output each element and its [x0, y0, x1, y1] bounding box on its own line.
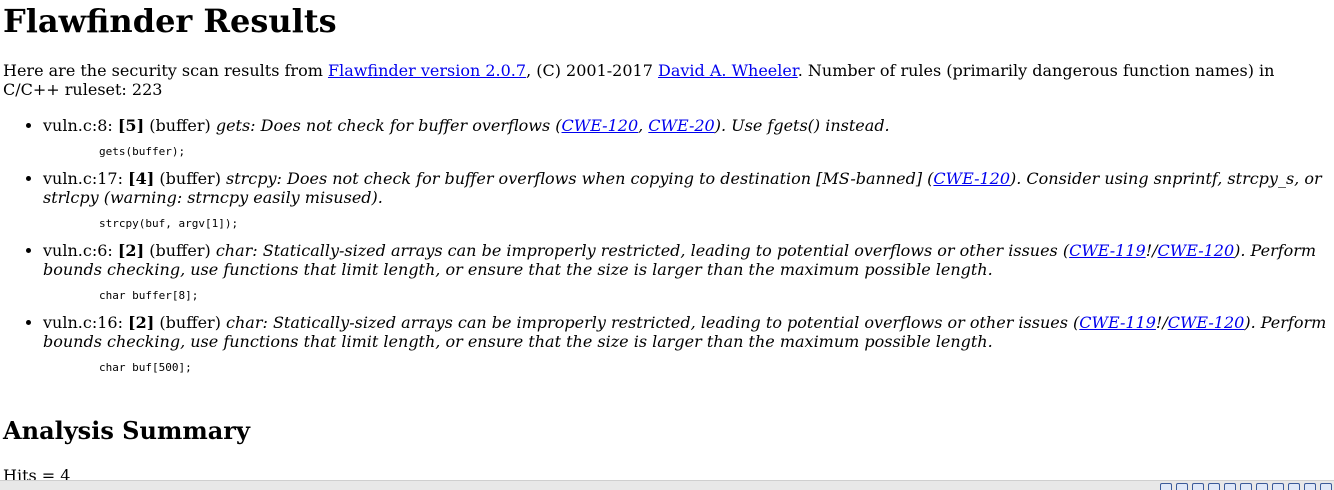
- cwe-separator: !/: [1155, 313, 1168, 332]
- code-snippet: gets(buffer);: [99, 145, 186, 158]
- hit-item: vuln.c:6: [2] (buffer) char: Statically-…: [43, 241, 1333, 303]
- author-link[interactable]: David A. Wheeler: [658, 61, 798, 80]
- hit-location: vuln.c:8:: [43, 116, 118, 135]
- hit-desc-text: char: Statically-sized arrays can be imp…: [226, 313, 1080, 332]
- intro-prefix: Here are the security scan results from: [3, 61, 328, 80]
- tray-icon[interactable]: [1208, 483, 1220, 490]
- hit-description: char: Statically-sized arrays can be imp…: [43, 313, 1326, 351]
- tray-icon[interactable]: [1256, 483, 1268, 490]
- analysis-summary-heading: Analysis Summary: [3, 416, 250, 445]
- tray-icon[interactable]: [1304, 483, 1316, 490]
- hit-item: vuln.c:17: [4] (buffer) strcpy: Does not…: [43, 169, 1333, 231]
- tray-icon[interactable]: [1320, 483, 1332, 490]
- cwe-link[interactable]: CWE-120: [1168, 313, 1245, 332]
- intro-middle: , (C) 2001-2017: [526, 61, 658, 80]
- hit-description: char: Statically-sized arrays can be imp…: [43, 241, 1316, 279]
- hit-desc-text: gets: Does not check for buffer overflow…: [215, 116, 562, 135]
- hit-category: (buffer): [154, 313, 227, 332]
- hit-category: (buffer): [144, 116, 216, 135]
- hit-location: vuln.c:17:: [43, 169, 129, 188]
- cwe-separator: !/: [1145, 241, 1158, 260]
- flawfinder-version-link[interactable]: Flawfinder version 2.0.7: [328, 61, 526, 80]
- cwe-link[interactable]: CWE-120: [933, 169, 1010, 188]
- hit-category: (buffer): [154, 169, 227, 188]
- hit-item: vuln.c:8: [5] (buffer) gets: Does not ch…: [43, 116, 1333, 159]
- hit-level: [4]: [128, 169, 155, 188]
- cwe-link[interactable]: CWE-119: [1069, 241, 1146, 260]
- tray-icon[interactable]: [1224, 483, 1236, 490]
- tray-icon[interactable]: [1160, 483, 1172, 490]
- tray-icon[interactable]: [1288, 483, 1300, 490]
- hit-desc-text: char: Statically-sized arrays can be imp…: [215, 241, 1070, 260]
- hit-description: strcpy: Does not check for buffer overfl…: [43, 169, 1322, 207]
- hit-description: gets: Does not check for buffer overflow…: [216, 116, 890, 135]
- hit-category: (buffer): [144, 241, 216, 260]
- hit-desc-text: strcpy: Does not check for buffer overfl…: [226, 169, 934, 188]
- hit-list: vuln.c:8: [5] (buffer) gets: Does not ch…: [3, 116, 1333, 385]
- hit-location: vuln.c:16:: [43, 313, 129, 332]
- hit-level: [5]: [117, 116, 145, 135]
- page-title: Flawfinder Results: [3, 2, 337, 40]
- code-snippet: char buf[500];: [99, 361, 192, 374]
- hit-item: vuln.c:16: [2] (buffer) char: Statically…: [43, 313, 1333, 375]
- tray-icon[interactable]: [1176, 483, 1188, 490]
- hit-level: [2]: [117, 241, 145, 260]
- status-tray: [1160, 483, 1332, 490]
- hit-desc-text: ). Use fgets() instead.: [714, 116, 890, 135]
- hit-location: vuln.c:6:: [43, 241, 118, 260]
- cwe-link[interactable]: CWE-20: [648, 116, 714, 135]
- cwe-separator: ,: [638, 116, 649, 135]
- cwe-link[interactable]: CWE-120: [1158, 241, 1235, 260]
- tray-icon[interactable]: [1240, 483, 1252, 490]
- hit-level: [2]: [128, 313, 155, 332]
- status-bar: [0, 480, 1334, 490]
- intro-paragraph: Here are the security scan results from …: [3, 61, 1329, 99]
- code-snippet: char buffer[8];: [99, 289, 199, 302]
- tray-icon[interactable]: [1192, 483, 1204, 490]
- tray-icon[interactable]: [1272, 483, 1284, 490]
- cwe-link[interactable]: CWE-120: [562, 116, 639, 135]
- cwe-link[interactable]: CWE-119: [1079, 313, 1156, 332]
- code-snippet: strcpy(buf, argv[1]);: [99, 217, 239, 230]
